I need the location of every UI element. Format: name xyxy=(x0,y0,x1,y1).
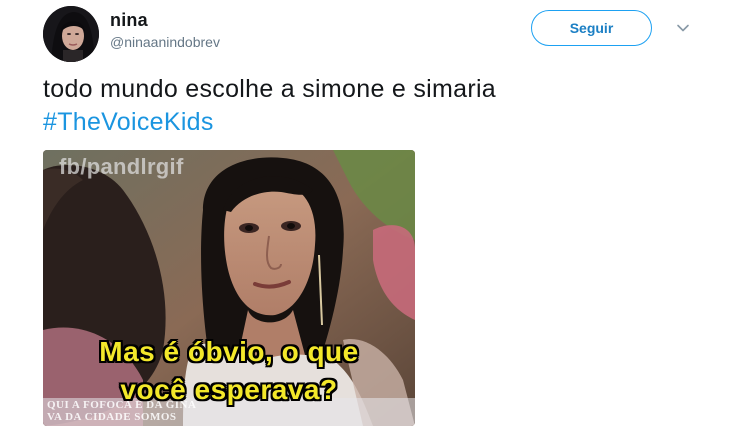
user-name[interactable]: nina xyxy=(110,10,148,31)
chevron-down-icon[interactable] xyxy=(675,20,691,36)
avatar[interactable] xyxy=(43,6,99,62)
tweet-text: todo mundo escolhe a simone e simaria #T… xyxy=(43,73,496,139)
avatar-image xyxy=(43,6,99,62)
follow-button[interactable]: Seguir xyxy=(531,10,652,46)
tweet-card: nina @ninaanindobrev Seguir todo mundo e… xyxy=(0,0,730,430)
tweet-media-image[interactable]: fb/pandlrgif QUI A FOFOCA E DA GINA VA D… xyxy=(43,150,415,426)
subtitle-line-1: Mas é óbvio, o que xyxy=(99,336,359,367)
watermark-text: fb/pandlrgif xyxy=(59,154,184,179)
user-handle[interactable]: @ninaanindobrev xyxy=(110,34,220,50)
subtitle-line-2: você esperava? xyxy=(120,374,338,405)
tweet-body: todo mundo escolhe a simone e simaria xyxy=(43,75,497,103)
hashtag-link[interactable]: #TheVoiceKids xyxy=(43,106,496,139)
ticker-line-2: VA DA CIDADE SOMOS xyxy=(47,411,177,423)
